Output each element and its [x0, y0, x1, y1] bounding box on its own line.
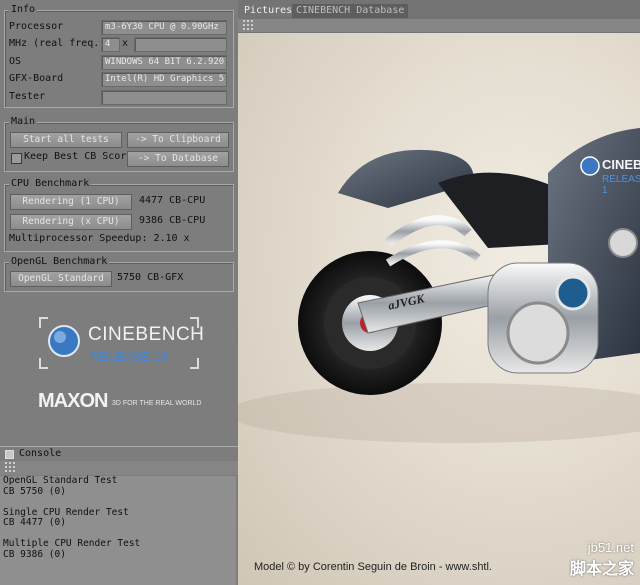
site-watermark: jb51.net 脚本之家 [570, 540, 634, 579]
info-title: Info [9, 4, 38, 16]
cinebench-logo: CINEBENCH RELEASE 10 MAXON 3D FOR THE RE… [0, 300, 238, 440]
grip-icon [5, 462, 15, 472]
opengl-standard-button[interactable]: OpenGL Standard [10, 271, 112, 287]
rendering-1cpu-button[interactable]: Rendering (1 CPU) [10, 194, 132, 210]
tab-cinebench-database[interactable]: CINEBENCH Database [292, 4, 409, 18]
console-line: CB 5750 (0) [3, 485, 66, 497]
tab-pictures[interactable]: Pictures [240, 4, 296, 18]
multiprocessor-speedup: Multiprocessor Speedup: 2.10 x [9, 233, 190, 244]
mhz-field[interactable]: 4 [101, 37, 120, 52]
tab-bar: Pictures CINEBENCH Database [238, 2, 640, 18]
console-line: OpenGL Standard Test [3, 475, 118, 486]
model-credit: Model © by Corentin Seguin de Broin - ww… [254, 561, 492, 573]
bike-release-decal: RELEASE 1 [602, 174, 640, 196]
opengl-standard-score: 5750 CB-GFX [117, 272, 184, 283]
opengl-benchmark-group: OpenGL Benchmark OpenGL Standard 5750 CB… [4, 256, 234, 292]
rendering-xcpu-button[interactable]: Rendering (x CPU) [10, 214, 132, 230]
os-label: OS [9, 56, 22, 67]
console-title: Console [19, 448, 62, 459]
rendering-xcpu-score: 9386 CB-CPU [139, 215, 206, 226]
gfx-field[interactable]: Intel(R) HD Graphics 5 [101, 72, 227, 87]
console-header[interactable]: Console [0, 446, 238, 461]
logo-release-text: RELEASE 10 [90, 349, 169, 364]
tester-field[interactable] [101, 90, 227, 105]
cpu-benchmark-group: CPU Benchmark Rendering (1 CPU) 4477 CB-… [4, 178, 234, 252]
render-viewport: CINEBENCH RELEASE 1 aJVGK Model © by Cor… [238, 33, 640, 585]
console-line: CB 4477 (0) [3, 517, 66, 528]
watermark-url: jb51.net [587, 540, 634, 555]
os-field[interactable]: WINDOWS 64 BIT 6.2.920 [101, 55, 227, 70]
console-output[interactable]: OpenGL Standard Test CB 5750 (0) Single … [0, 475, 236, 585]
gfx-label: GFX-Board [9, 73, 64, 84]
watermark-name: 脚本之家 [569, 561, 634, 578]
logo-cinebench-text: CINEBENCH [88, 324, 205, 345]
mhz-freq-field[interactable] [134, 37, 227, 52]
maxon-logo: MAXON [38, 390, 108, 412]
start-all-tests-button[interactable]: Start all tests [10, 132, 122, 148]
mhz-label: MHz (real freq.) [9, 38, 106, 49]
logo-frame-icon [39, 317, 199, 369]
processor-label: Processor [9, 21, 64, 32]
cpu-benchmark-title: CPU Benchmark [9, 178, 92, 190]
to-database-button[interactable]: -> To Database [127, 151, 229, 167]
opengl-benchmark-title: OpenGL Benchmark [9, 256, 110, 268]
keep-best-label: Keep Best CB Score [24, 151, 133, 162]
console-toggle-icon[interactable] [5, 450, 14, 459]
render-panel: Pictures CINEBENCH Database CINEB RELEAS… [238, 0, 640, 585]
mhz-multiplier-label: x [122, 38, 129, 49]
maxon-tagline: 3D FOR THE REAL WORLD [112, 400, 202, 407]
pictures-grip[interactable] [238, 19, 640, 32]
info-group: Info Processor m3-6Y30 CPU @ 0.90GHz MHz… [4, 4, 234, 108]
processor-field[interactable]: m3-6Y30 CPU @ 0.90GHz [101, 20, 227, 35]
console-line: Multiple CPU Render Test [3, 538, 141, 549]
left-panel: Info Processor m3-6Y30 CPU @ 0.90GHz MHz… [0, 0, 238, 585]
rendering-1cpu-score: 4477 CB-CPU [139, 195, 206, 206]
to-clipboard-button[interactable]: -> To Clipboard [127, 132, 229, 148]
bike-cinebench-decal: CINEBENCH [602, 157, 640, 172]
motorcycle-render-icon [238, 128, 640, 443]
console-grip[interactable] [0, 461, 238, 475]
keep-best-checkbox[interactable] [11, 153, 22, 164]
grip-icon [243, 20, 253, 30]
main-group: Main Start all tests -> To Clipboard Kee… [4, 116, 234, 172]
console-line: CB 9386 (0) [3, 548, 66, 560]
tester-label: Tester [9, 91, 46, 102]
main-title: Main [9, 116, 38, 128]
